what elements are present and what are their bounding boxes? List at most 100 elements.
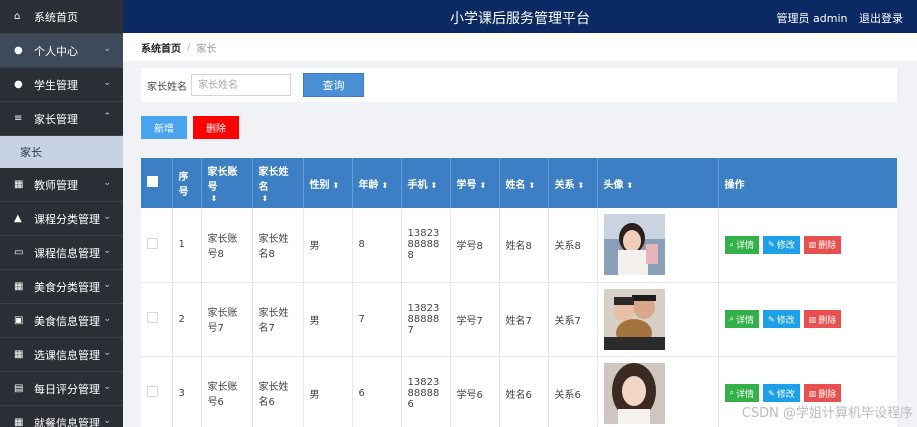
- cell-phone: 13823888886: [401, 356, 451, 427]
- cell-name: 家长姓名7: [252, 282, 304, 357]
- query-button[interactable]: 查询: [303, 73, 364, 97]
- col-index: 序号: [172, 158, 202, 208]
- sidebar-item-food-category[interactable]: ▦ 美食分类管理 ⌄: [0, 270, 123, 304]
- col-phone[interactable]: 手机 ⬍: [401, 158, 451, 208]
- sidebar-item-dining[interactable]: ▦ 就餐信息管理 ⌄: [0, 406, 123, 427]
- col-student-no[interactable]: 学号 ⬍: [450, 158, 500, 208]
- sidebar-item-home[interactable]: ⌂ 系统首页: [0, 0, 123, 34]
- row-select[interactable]: [141, 208, 173, 283]
- search-input[interactable]: [191, 74, 291, 96]
- sidebar-item-teachers[interactable]: ▦ 教师管理 ⌄: [0, 168, 123, 202]
- sidebar-item-course-info[interactable]: ▭ 课程信息管理 ⌄: [0, 236, 123, 270]
- table-header-row: 序号 家长账号 ⬍ 家长姓名 ⬍ 性别 ⬍ 年龄 ⬍ 手机 ⬍ 学号 ⬍ 姓名 ⬍ 关系 ⬍ 头…: [141, 158, 897, 208]
- row-checkbox[interactable]: [147, 386, 158, 397]
- sidebar-item-daily-rating[interactable]: ▤ 每日评分管理 ⌄: [0, 372, 123, 406]
- cell-relation: 关系7: [548, 282, 598, 357]
- table-row: 1 家长账号8 家长姓名8 男 8 13823888888 学号8 姓名8 关系…: [141, 208, 897, 283]
- logout-link[interactable]: 退出登录: [859, 12, 903, 25]
- sidebar-item-label: 家长管理: [34, 112, 78, 126]
- pencil-icon: ✎: [768, 314, 775, 324]
- col-account[interactable]: 家长账号 ⬍: [201, 158, 253, 208]
- col-student-name[interactable]: 姓名 ⬍: [499, 158, 549, 208]
- sidebar-item-parents[interactable]: ≡ 家长管理 ⌃: [0, 102, 123, 136]
- cell-name: 家长姓名8: [252, 208, 304, 283]
- parent-table: 序号 家长账号 ⬍ 家长姓名 ⬍ 性别 ⬍ 年龄 ⬍ 手机 ⬍ 学号 ⬍ 姓名 ⬍ 关系 ⬍ 头…: [141, 158, 897, 427]
- cell-name: 家长姓名6: [252, 356, 304, 427]
- sidebar-item-course-selection[interactable]: ▦ 选课信息管理 ⌄: [0, 338, 123, 372]
- cell-gender: 男: [303, 282, 353, 357]
- thumb-icon: ▲: [14, 213, 22, 224]
- sidebar-item-label: 美食信息管理: [34, 314, 100, 328]
- sort-icon[interactable]: ⬍: [382, 181, 389, 190]
- chevron-down-icon: ⌄: [103, 280, 111, 290]
- pencil-icon: ✎: [768, 388, 775, 398]
- edit-button[interactable]: ✎ 修改: [763, 235, 800, 254]
- col-name[interactable]: 家长姓名 ⬍: [252, 158, 304, 208]
- select-all-checkbox[interactable]: [147, 176, 158, 187]
- user-icon: ●: [14, 79, 23, 90]
- avatar-photo: [603, 288, 665, 350]
- cell-account: 家长账号7: [201, 282, 253, 357]
- sort-icon[interactable]: ⬍: [529, 181, 536, 190]
- clipboard-icon: ▣: [14, 315, 24, 326]
- sidebar-item-label: 个人中心: [34, 44, 78, 58]
- table-row: 2 家长账号7 家长姓名7 男 7 13823888887 学号7 姓名7 关系…: [141, 282, 897, 357]
- col-age[interactable]: 年龄 ⬍: [352, 158, 402, 208]
- edit-button[interactable]: ✎ 修改: [763, 310, 800, 328]
- row-delete-button[interactable]: ▥ 删除: [803, 384, 842, 402]
- cell-account: 家长账号8: [201, 208, 253, 283]
- cell-avatar: [597, 282, 719, 357]
- breadcrumb-home[interactable]: 系统首页: [141, 40, 181, 55]
- trash-icon: ▥: [808, 388, 817, 398]
- book-icon: ▤: [14, 383, 24, 394]
- sidebar-item-students[interactable]: ● 学生管理 ⌄: [0, 68, 123, 102]
- row-delete-button[interactable]: ▥ 删除: [803, 310, 842, 328]
- sidebar-item-label: 每日评分管理: [34, 382, 100, 396]
- sort-icon[interactable]: ⬍: [578, 181, 585, 190]
- breadcrumb: 系统首页 / 家长: [123, 33, 917, 61]
- col-gender[interactable]: 性别 ⬍: [303, 158, 353, 208]
- sort-icon[interactable]: ⬍: [262, 194, 269, 203]
- user-icon: ●: [14, 45, 23, 56]
- delete-button[interactable]: 删除: [193, 116, 239, 139]
- sidebar-item-label: 系统首页: [34, 10, 78, 24]
- breadcrumb-current: 家长: [196, 43, 217, 55]
- chevron-up-icon: ⌃: [103, 112, 111, 122]
- chevron-down-icon: ⌄: [103, 44, 111, 54]
- sort-icon[interactable]: ⬍: [627, 181, 634, 190]
- sidebar-item-profile[interactable]: ● 个人中心 ⌄: [0, 34, 123, 68]
- sort-icon[interactable]: ⬍: [480, 181, 487, 190]
- row-checkbox[interactable]: [147, 312, 158, 323]
- cell-actions: ⌕ 详情 ✎ 修改 ▥ 删除: [718, 208, 897, 283]
- row-select[interactable]: [141, 282, 173, 357]
- col-relation[interactable]: 关系 ⬍: [548, 158, 598, 208]
- col-avatar[interactable]: 头像 ⬍: [597, 158, 719, 208]
- col-actions: 操作: [718, 158, 897, 208]
- sort-icon[interactable]: ⬍: [333, 181, 340, 190]
- sort-icon[interactable]: ⬍: [211, 194, 218, 203]
- cell-relation: 关系8: [548, 208, 598, 283]
- sidebar-item-label: 课程信息管理: [34, 246, 100, 260]
- sidebar-item-label: 就餐信息管理: [34, 416, 100, 427]
- row-checkbox[interactable]: [147, 237, 158, 249]
- search-panel: 家长姓名 查询: [141, 68, 897, 102]
- sidebar-item-food-info[interactable]: ▣ 美食信息管理 ⌄: [0, 304, 123, 338]
- detail-button[interactable]: ⌕ 详情: [724, 235, 759, 254]
- row-delete-button[interactable]: ▥ 删除: [803, 235, 842, 254]
- home-icon: ⌂: [14, 11, 21, 22]
- sort-icon[interactable]: ⬍: [431, 181, 438, 190]
- sidebar-item-label: 教师管理: [34, 178, 78, 192]
- detail-button[interactable]: ⌕ 详情: [724, 384, 759, 402]
- grid-icon: ▦: [14, 417, 24, 427]
- add-button[interactable]: 新增: [141, 116, 187, 139]
- select-all-header[interactable]: [141, 158, 173, 208]
- cell-student-name: 姓名7: [499, 282, 549, 357]
- trash-icon: ▥: [808, 240, 817, 250]
- detail-button[interactable]: ⌕ 详情: [724, 310, 759, 328]
- edit-button[interactable]: ✎ 修改: [763, 384, 800, 402]
- cell-actions: ⌕ 详情 ✎ 修改 ▥ 删除: [718, 282, 897, 357]
- sidebar-item-course-category[interactable]: ▲ 课程分类管理 ⌄: [0, 202, 123, 236]
- chevron-down-icon: ⌄: [103, 382, 111, 392]
- sidebar-subitem-parent[interactable]: 家长: [0, 136, 123, 168]
- row-select[interactable]: [141, 356, 173, 427]
